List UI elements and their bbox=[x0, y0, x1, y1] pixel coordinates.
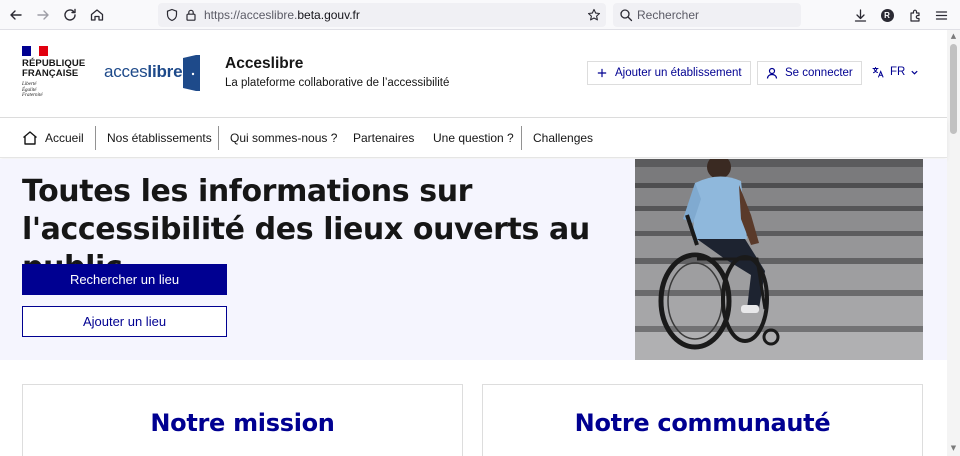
language-label: FR bbox=[890, 66, 906, 78]
nav-label-home: Accueil bbox=[45, 131, 84, 145]
nav-divider bbox=[218, 126, 219, 150]
address-bar[interactable]: https://acceslibre.beta.gouv.fr bbox=[158, 3, 606, 27]
search-icon bbox=[620, 9, 633, 22]
nav-label-establishments: Nos établissements bbox=[107, 131, 212, 145]
french-flag-icon bbox=[22, 46, 49, 56]
site-title: Acceslibre bbox=[225, 55, 304, 72]
nav-label-about: Qui sommes-nous ? bbox=[230, 131, 338, 145]
add-establishment-button[interactable]: Ajouter un établissement bbox=[587, 61, 751, 85]
reload-icon[interactable] bbox=[60, 5, 80, 25]
devise-fraternite: Fraternité bbox=[22, 93, 43, 98]
nav-divider bbox=[95, 126, 96, 150]
user-icon bbox=[766, 67, 778, 79]
nav-label-challenges: Challenges bbox=[533, 131, 594, 145]
star-icon[interactable] bbox=[586, 7, 602, 23]
shield-icon[interactable] bbox=[164, 7, 180, 23]
logo-part-1: acces bbox=[104, 62, 148, 81]
site-tagline: La plateforme collaborative de l’accessi… bbox=[225, 77, 450, 89]
mission-card: Notre mission bbox=[22, 384, 463, 456]
url-text: https://acceslibre.beta.gouv.fr bbox=[204, 7, 360, 23]
nav-item-home[interactable]: Accueil bbox=[22, 118, 84, 158]
logo-wordmark: acceslibre bbox=[104, 62, 183, 82]
url-domain: beta.gouv.fr bbox=[297, 8, 360, 22]
chevron-down-icon bbox=[911, 70, 918, 75]
search-place-button[interactable]: Rechercher un lieu bbox=[22, 264, 227, 295]
door-icon bbox=[183, 55, 200, 91]
nav-item-about[interactable]: Qui sommes-nous ? bbox=[230, 118, 337, 158]
plus-icon bbox=[596, 67, 608, 79]
add-establishment-label: Ajouter un établissement bbox=[615, 67, 742, 79]
forward-arrow-icon[interactable] bbox=[33, 5, 53, 25]
nav-item-question[interactable]: Une question ? bbox=[433, 118, 514, 158]
extensions-icon[interactable] bbox=[905, 5, 925, 25]
republique-line-2: FRANÇAISE bbox=[22, 68, 79, 79]
menu-icon[interactable] bbox=[931, 5, 951, 25]
community-title: Notre communauté bbox=[574, 409, 831, 437]
back-arrow-icon[interactable] bbox=[6, 5, 26, 25]
logo-part-2: libre bbox=[147, 62, 183, 81]
main-navigation: Accueil Nos établissements Qui sommes-no… bbox=[0, 118, 947, 158]
hero-section: Toutes les informations sur l'accessibil… bbox=[0, 159, 947, 360]
search-placeholder: Rechercher bbox=[637, 8, 700, 22]
hero-wheelchair-photo bbox=[635, 159, 923, 360]
nav-item-challenges[interactable]: Challenges bbox=[533, 118, 593, 158]
login-button[interactable]: Se connecter bbox=[757, 61, 862, 85]
download-icon[interactable] bbox=[850, 5, 870, 25]
nav-divider bbox=[521, 126, 522, 150]
lock-icon[interactable] bbox=[183, 7, 199, 23]
mission-title: Notre mission bbox=[150, 409, 335, 437]
browser-search-input[interactable]: Rechercher bbox=[613, 3, 801, 27]
language-selector[interactable]: FR bbox=[872, 66, 925, 78]
site-header: RÉPUBLIQUE FRANÇAISE Liberté Égalité Fra… bbox=[0, 30, 947, 118]
community-card: Notre communauté bbox=[482, 384, 923, 456]
scroll-thumb[interactable] bbox=[950, 44, 957, 134]
scroll-up-arrow-icon[interactable]: ▲ bbox=[949, 32, 958, 41]
nav-item-partners[interactable]: Partenaires bbox=[353, 118, 414, 158]
home-icon bbox=[23, 131, 37, 145]
devise: Liberté Égalité Fraternité bbox=[22, 82, 85, 99]
republique-francaise-logo[interactable]: RÉPUBLIQUE FRANÇAISE Liberté Égalité Fra… bbox=[22, 46, 85, 99]
add-place-button[interactable]: Ajouter un lieu bbox=[22, 306, 227, 337]
profile-initial: R bbox=[880, 8, 894, 22]
url-prefix: https://acceslibre. bbox=[204, 8, 298, 22]
browser-toolbar: https://acceslibre.beta.gouv.fr Recherch… bbox=[0, 0, 960, 30]
translate-icon bbox=[872, 67, 884, 78]
nav-label-question: Une question ? bbox=[433, 131, 514, 145]
nav-item-establishments[interactable]: Nos établissements bbox=[107, 118, 212, 158]
login-label: Se connecter bbox=[785, 67, 853, 79]
home-icon[interactable] bbox=[87, 5, 107, 25]
page-scrollbar[interactable]: ▲ ▼ bbox=[947, 30, 960, 456]
scroll-down-arrow-icon[interactable]: ▼ bbox=[949, 444, 958, 453]
nav-label-partners: Partenaires bbox=[353, 131, 415, 145]
profile-avatar[interactable]: R bbox=[877, 5, 897, 25]
